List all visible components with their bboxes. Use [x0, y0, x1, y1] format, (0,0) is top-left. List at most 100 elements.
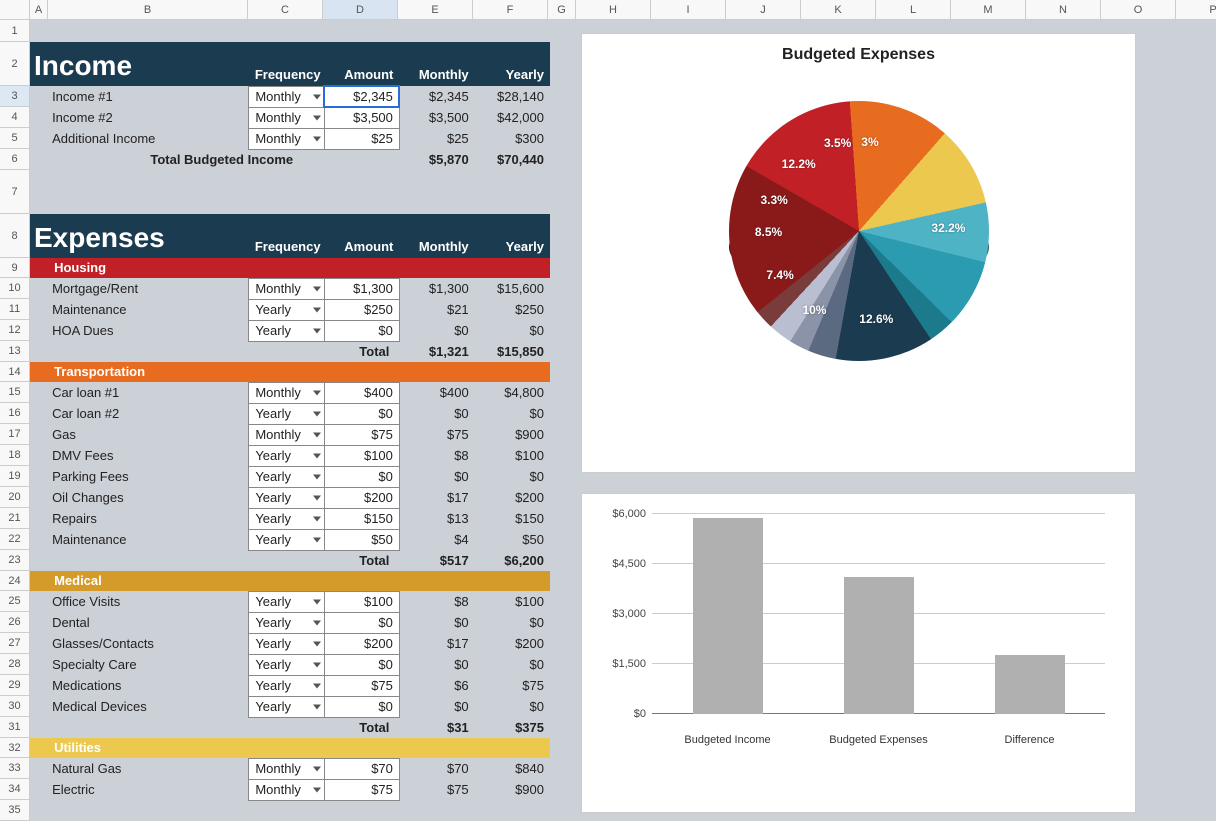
frequency-select[interactable]: Yearly — [249, 696, 324, 717]
row-header-24[interactable]: 24 — [0, 571, 29, 591]
frequency-select[interactable]: Monthly — [249, 128, 324, 149]
frequency-select[interactable]: Yearly — [249, 633, 324, 654]
amount-input[interactable]: $0 — [324, 612, 399, 633]
row-header-29[interactable]: 29 — [0, 675, 29, 696]
amount-input[interactable]: $1,300 — [324, 278, 399, 299]
frequency-select[interactable]: Monthly — [249, 424, 324, 445]
col-header-E[interactable]: E — [398, 0, 473, 19]
expense-row[interactable]: GasMonthly$75$75$900 — [30, 424, 550, 445]
amount-input[interactable]: $50 — [324, 529, 399, 550]
frequency-select[interactable]: Monthly — [249, 278, 324, 299]
frequency-select[interactable]: Yearly — [249, 299, 324, 320]
income-row[interactable]: Additional IncomeMonthly$25$25$300 — [30, 128, 550, 149]
amount-input[interactable]: $2,345 — [324, 86, 399, 107]
row-header-35[interactable]: 35 — [0, 800, 29, 821]
col-header-G[interactable]: G — [548, 0, 576, 19]
frequency-select[interactable]: Yearly — [249, 591, 324, 612]
col-header-C[interactable]: C — [248, 0, 323, 19]
row-header-31[interactable]: 31 — [0, 717, 29, 738]
row-header-18[interactable]: 18 — [0, 445, 29, 466]
row-header-20[interactable]: 20 — [0, 487, 29, 508]
expense-row[interactable]: ElectricMonthly$75$75$900 — [30, 779, 550, 800]
expense-row[interactable]: Oil ChangesYearly$200$17$200 — [30, 487, 550, 508]
row-header-11[interactable]: 11 — [0, 299, 29, 320]
row-header-25[interactable]: 25 — [0, 591, 29, 612]
amount-input[interactable]: $150 — [324, 508, 399, 529]
expense-row[interactable]: HOA DuesYearly$0$0$0 — [30, 320, 550, 341]
expense-row[interactable]: Parking FeesYearly$0$0$0 — [30, 466, 550, 487]
frequency-select[interactable]: Yearly — [249, 320, 324, 341]
amount-input[interactable]: $75 — [324, 779, 399, 800]
amount-input[interactable]: $0 — [324, 403, 399, 424]
expense-row[interactable]: MaintenanceYearly$50$4$50 — [30, 529, 550, 550]
expense-row[interactable]: Medical DevicesYearly$0$0$0 — [30, 696, 550, 717]
amount-input[interactable]: $250 — [324, 299, 399, 320]
row-header-13[interactable]: 13 — [0, 341, 29, 362]
amount-input[interactable]: $3,500 — [324, 107, 399, 128]
expense-row[interactable]: Car loan #2Yearly$0$0$0 — [30, 403, 550, 424]
row-header-3[interactable]: 3 — [0, 86, 29, 107]
row-header-19[interactable]: 19 — [0, 466, 29, 487]
expense-row[interactable]: DMV FeesYearly$100$8$100 — [30, 445, 550, 466]
frequency-select[interactable]: Monthly — [249, 758, 324, 779]
amount-input[interactable]: $100 — [324, 591, 399, 612]
row-header-7[interactable]: 7 — [0, 170, 29, 214]
col-header-B[interactable]: B — [48, 0, 248, 19]
bar-chart-panel[interactable]: $0$1,500$3,000$4,500$6,000 Budgeted Inco… — [581, 493, 1136, 813]
col-header-A[interactable]: A — [30, 0, 48, 19]
frequency-select[interactable]: Yearly — [249, 508, 324, 529]
row-header-8[interactable]: 8 — [0, 214, 29, 258]
expense-row[interactable]: MaintenanceYearly$250$21$250 — [30, 299, 550, 320]
row-header-30[interactable]: 30 — [0, 696, 29, 717]
row-header-12[interactable]: 12 — [0, 320, 29, 341]
col-header-F[interactable]: F — [473, 0, 548, 19]
row-header-27[interactable]: 27 — [0, 633, 29, 654]
expense-row[interactable]: Natural GasMonthly$70$70$840 — [30, 758, 550, 779]
frequency-select[interactable]: Yearly — [249, 487, 324, 508]
expense-row[interactable]: RepairsYearly$150$13$150 — [30, 508, 550, 529]
row-header-5[interactable]: 5 — [0, 128, 29, 149]
col-header-P[interactable]: P — [1176, 0, 1216, 19]
expense-row[interactable]: DentalYearly$0$0$0 — [30, 612, 550, 633]
expense-row[interactable]: Office VisitsYearly$100$8$100 — [30, 591, 550, 612]
amount-input[interactable]: $0 — [324, 696, 399, 717]
amount-input[interactable]: $0 — [324, 320, 399, 341]
amount-input[interactable]: $70 — [324, 758, 399, 779]
row-header-10[interactable]: 10 — [0, 278, 29, 299]
row-header-9[interactable]: 9 — [0, 258, 29, 278]
row-headers[interactable]: 1234567891011121314151617181920212223242… — [0, 20, 30, 821]
frequency-select[interactable]: Yearly — [249, 675, 324, 696]
row-header-22[interactable]: 22 — [0, 529, 29, 550]
row-header-6[interactable]: 6 — [0, 149, 29, 170]
row-header-16[interactable]: 16 — [0, 403, 29, 424]
col-header-I[interactable]: I — [651, 0, 726, 19]
expense-row[interactable]: MedicationsYearly$75$6$75 — [30, 675, 550, 696]
row-header-21[interactable]: 21 — [0, 508, 29, 529]
expense-row[interactable]: Specialty CareYearly$0$0$0 — [30, 654, 550, 675]
row-header-15[interactable]: 15 — [0, 382, 29, 403]
amount-input[interactable]: $0 — [324, 466, 399, 487]
amount-input[interactable]: $75 — [324, 675, 399, 696]
col-header-L[interactable]: L — [876, 0, 951, 19]
frequency-select[interactable]: Yearly — [249, 612, 324, 633]
frequency-select[interactable]: Monthly — [249, 107, 324, 128]
col-header-J[interactable]: J — [726, 0, 801, 19]
frequency-select[interactable]: Yearly — [249, 445, 324, 466]
row-header-34[interactable]: 34 — [0, 779, 29, 800]
col-header-O[interactable]: O — [1101, 0, 1176, 19]
frequency-select[interactable]: Yearly — [249, 466, 324, 487]
row-header-2[interactable]: 2 — [0, 42, 29, 86]
income-row[interactable]: Income #2Monthly$3,500$3,500$42,000 — [30, 107, 550, 128]
col-header-H[interactable]: H — [576, 0, 651, 19]
frequency-select[interactable]: Monthly — [249, 779, 324, 800]
expense-row[interactable]: Mortgage/RentMonthly$1,300$1,300$15,600 — [30, 278, 550, 299]
pie-chart-panel[interactable]: Budgeted Expenses 32.2%12.6%10%7.4%8.5%3… — [581, 33, 1136, 473]
amount-input[interactable]: $0 — [324, 654, 399, 675]
frequency-select[interactable]: Monthly — [249, 86, 324, 107]
income-row[interactable]: Income #1Monthly$2,345$2,345$28,140 — [30, 86, 550, 107]
row-header-1[interactable]: 1 — [0, 20, 29, 42]
row-header-14[interactable]: 14 — [0, 362, 29, 382]
column-headers[interactable]: ABCDEFGHIJKLMNOP — [0, 0, 1216, 20]
row-header-23[interactable]: 23 — [0, 550, 29, 571]
select-all-corner[interactable] — [0, 0, 30, 19]
